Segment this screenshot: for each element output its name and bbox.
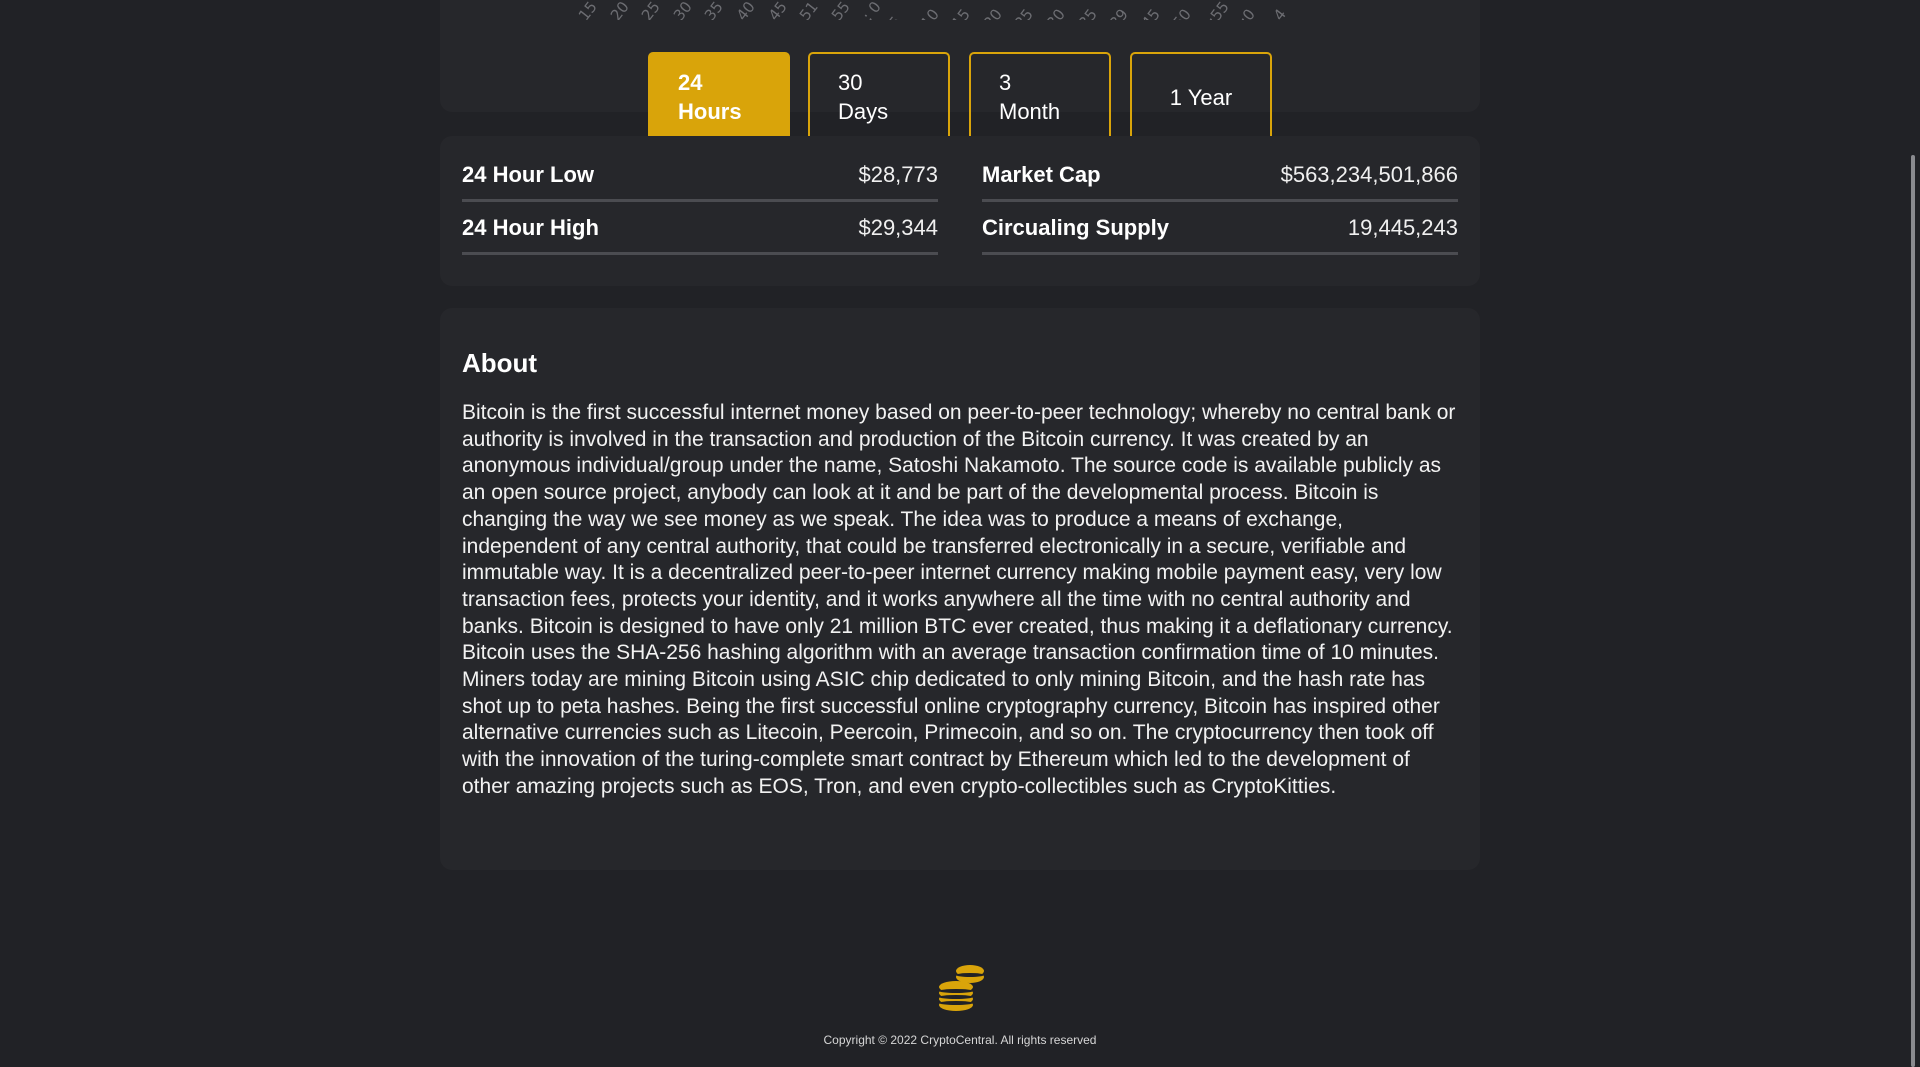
about-description: Bitcoin is the first successful internet…	[462, 401, 1456, 798]
stat-label: Circualing Supply	[982, 214, 1170, 240]
footer-copyright: Copyright © 2022 CryptoCentral. All righ…	[823, 1033, 1097, 1047]
chart-x-axis-ticks: 1 : 152 : 203 : 254 : 305 : 356 : 407 : …	[440, 0, 1480, 20]
chart-x-tick-label: 9:50	[1160, 5, 1195, 20]
market-stats-card: 24 Hour Low $28,773 24 Hour High $29,344…	[440, 136, 1480, 286]
about-card: About Bitcoin is the first successful in…	[440, 308, 1480, 870]
range-button-3-month[interactable]: 3 Month	[969, 52, 1111, 142]
chart-x-tick-label: 6:35	[1066, 5, 1101, 20]
stat-label: 24 Hour Low	[462, 161, 595, 187]
stat-label: Market Cap	[982, 161, 1101, 187]
chart-x-tick-label: 1 : 15	[560, 0, 601, 20]
stat-value: 19,445,243	[1347, 214, 1458, 240]
range-button-label: 24 Hours	[678, 70, 742, 124]
stat-value: $29,344	[858, 214, 938, 240]
price-chart-card: 1 : 152 : 203 : 254 : 305 : 356 : 407 : …	[440, 0, 1480, 112]
scrollbar-thumb[interactable]	[1911, 155, 1915, 1067]
stat-circulating-supply: Circualing Supply 19,445,243	[982, 203, 1458, 255]
range-button-label: 3 Month	[999, 70, 1061, 124]
chart-x-tick-label: 7:39	[1097, 5, 1132, 20]
range-button-1-year[interactable]: 1 Year	[1130, 52, 1272, 142]
about-heading: About	[462, 348, 538, 378]
page: 1 : 152 : 203 : 254 : 305 : 356 : 407 : …	[0, 0, 1920, 1067]
stat-label: 24 Hour High	[462, 214, 599, 240]
range-button-label: 30 Days	[838, 70, 889, 124]
coins-stack-icon[interactable]	[934, 963, 986, 1013]
chart-x-tick-label: 1 : 4	[1255, 5, 1290, 20]
chart-x-tick-label: 1:10	[908, 5, 943, 20]
stat-value: $563,234,501,866	[1280, 161, 1458, 187]
stat-value: $28,773	[858, 161, 938, 187]
chart-x-tick-label: 5:30	[1034, 5, 1069, 20]
chart-x-tick-label: 8:45	[1129, 5, 1164, 20]
stat-market-cap: Market Cap $563,234,501,866	[982, 150, 1458, 202]
chart-x-tick-label: 4:25	[1002, 5, 1037, 20]
chart-x-tick-label: 10:55	[1192, 0, 1233, 20]
stat-24h-high: 24 Hour High $29,344	[462, 203, 938, 255]
chart-x-tick-label: 2:15	[939, 5, 974, 20]
range-button-30-days[interactable]: 30 Days	[808, 52, 950, 142]
stat-24h-low: 24 Hour Low $28,773	[462, 150, 938, 202]
chart-x-tick-label: 3:20	[971, 5, 1006, 20]
range-button-label: 1 Year	[1169, 84, 1233, 110]
range-button-24-hours[interactable]: 24 Hours	[648, 52, 790, 142]
